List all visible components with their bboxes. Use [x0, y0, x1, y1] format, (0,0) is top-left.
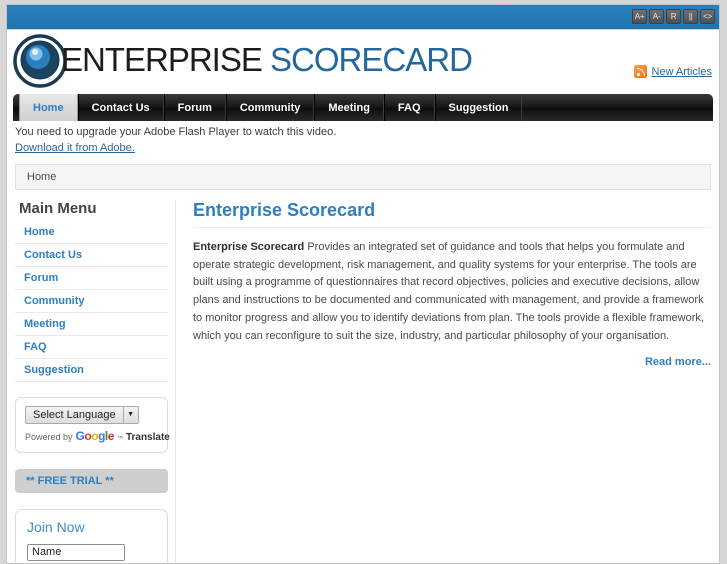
main-content: Enterprise Scorecard Enterprise Scorecar… [176, 200, 711, 563]
source-view-button[interactable]: <> [700, 9, 715, 24]
nav-item-community[interactable]: Community [225, 94, 315, 121]
powered-by-google-translate: Powered by Google ™ Translate [25, 428, 170, 443]
download-flash-link[interactable]: Download it from Adobe. [15, 141, 135, 156]
sidebar-link-contact-us[interactable]: Contact Us [15, 244, 168, 266]
google-letter-g2: g [98, 428, 105, 443]
nav-item-meeting[interactable]: Meeting [314, 94, 384, 121]
sidebar-item-meeting[interactable]: Meeting [15, 313, 168, 336]
join-now-module: Join Now Subscribe [15, 508, 168, 563]
main-navigation: Home Contact Us Forum Community Meeting … [13, 94, 713, 121]
increase-font-size-button[interactable]: A+ [632, 9, 647, 24]
rss-icon [634, 65, 648, 78]
site-header: ENTERPRISE SCORECARD New Articles [7, 30, 719, 94]
eye-lens-logo-icon [13, 34, 67, 88]
article-body: Enterprise Scorecard Provides an integra… [193, 239, 711, 346]
chevron-down-icon: ▼ [122, 406, 138, 423]
sidebar-item-suggestion[interactable]: Suggestion [15, 359, 168, 382]
sidebar-item-contact-us[interactable]: Contact Us [15, 244, 168, 267]
sidebar-item-faq[interactable]: FAQ [15, 336, 168, 359]
logo-word-scorecard: SCORECARD [270, 41, 473, 78]
sidebar-link-faq[interactable]: FAQ [15, 336, 168, 358]
join-now-heading: Join Now [27, 518, 85, 535]
name-input[interactable] [27, 543, 125, 561]
sidebar-link-community[interactable]: Community [15, 290, 168, 312]
nav-item-contact-us[interactable]: Contact Us [77, 94, 164, 121]
powered-by-label: Powered by [25, 431, 73, 442]
main-menu-list: Home Contact Us Forum Community Meeting … [15, 221, 168, 382]
nav-item-suggestion[interactable]: Suggestion [434, 94, 523, 121]
decrease-font-size-button[interactable]: A- [649, 9, 664, 24]
nav-item-home[interactable]: Home [19, 94, 78, 121]
sidebar-link-forum[interactable]: Forum [15, 267, 168, 289]
breadcrumb-current: Home [27, 170, 57, 183]
free-trial-banner[interactable]: ** FREE TRIAL ** [15, 468, 168, 493]
page-frame: A+ A- R || <> ENTERPRISE SCORECARD New A… [6, 4, 720, 564]
sidebar-item-home[interactable]: Home [15, 221, 168, 244]
sidebar-link-meeting[interactable]: Meeting [15, 313, 168, 335]
new-articles-feed[interactable]: New Articles [634, 65, 712, 78]
google-translate-widget: Select Language ▼ Powered by Google ™ Tra… [15, 396, 170, 453]
language-select[interactable]: Select Language ▼ [25, 405, 139, 424]
main-menu-heading: Main Menu [19, 199, 97, 217]
google-logo: Google [76, 428, 115, 443]
logo-wordmark: ENTERPRISE SCORECARD [61, 41, 473, 79]
google-letter-e: e [107, 428, 115, 443]
logo-word-enterprise: ENTERPRISE [61, 41, 263, 78]
pause-button[interactable]: || [683, 9, 698, 24]
accessibility-toolbar: A+ A- R || <> [632, 9, 715, 24]
page-columns: Main Menu Home Contact Us Forum Communit… [15, 199, 711, 563]
flash-player-notice: You need to upgrade your Adobe Flash Pla… [7, 121, 719, 158]
translate-word: Translate [125, 431, 170, 443]
flash-notice-text: You need to upgrade your Adobe Flash Pla… [15, 126, 337, 138]
nav-item-forum[interactable]: Forum [163, 94, 226, 121]
top-utility-bar: A+ A- R || <> [7, 5, 719, 30]
trademark-mark: ™ [116, 435, 123, 442]
article-lead: Enterprise Scorecard [193, 240, 305, 253]
sidebar-item-community[interactable]: Community [15, 290, 168, 313]
breadcrumb: Home [15, 163, 711, 190]
article-text: Provides an integrated set of guidance a… [193, 240, 704, 342]
article-title: Enterprise Scorecard [193, 200, 711, 228]
nav-item-faq[interactable]: FAQ [383, 94, 435, 121]
new-articles-link[interactable]: New Articles [651, 66, 712, 78]
reset-font-size-button[interactable]: R [666, 9, 681, 24]
sidebar-link-home[interactable]: Home [15, 221, 168, 243]
sidebar-link-suggestion[interactable]: Suggestion [15, 359, 168, 381]
language-select-value: Select Language [33, 408, 116, 421]
read-more-row: Read more... [193, 356, 711, 368]
sidebar-item-forum[interactable]: Forum [15, 267, 168, 290]
read-more-link[interactable]: Read more... [645, 356, 711, 368]
site-logo[interactable]: ENTERPRISE SCORECARD [13, 32, 473, 88]
sidebar: Main Menu Home Contact Us Forum Communit… [15, 199, 176, 563]
